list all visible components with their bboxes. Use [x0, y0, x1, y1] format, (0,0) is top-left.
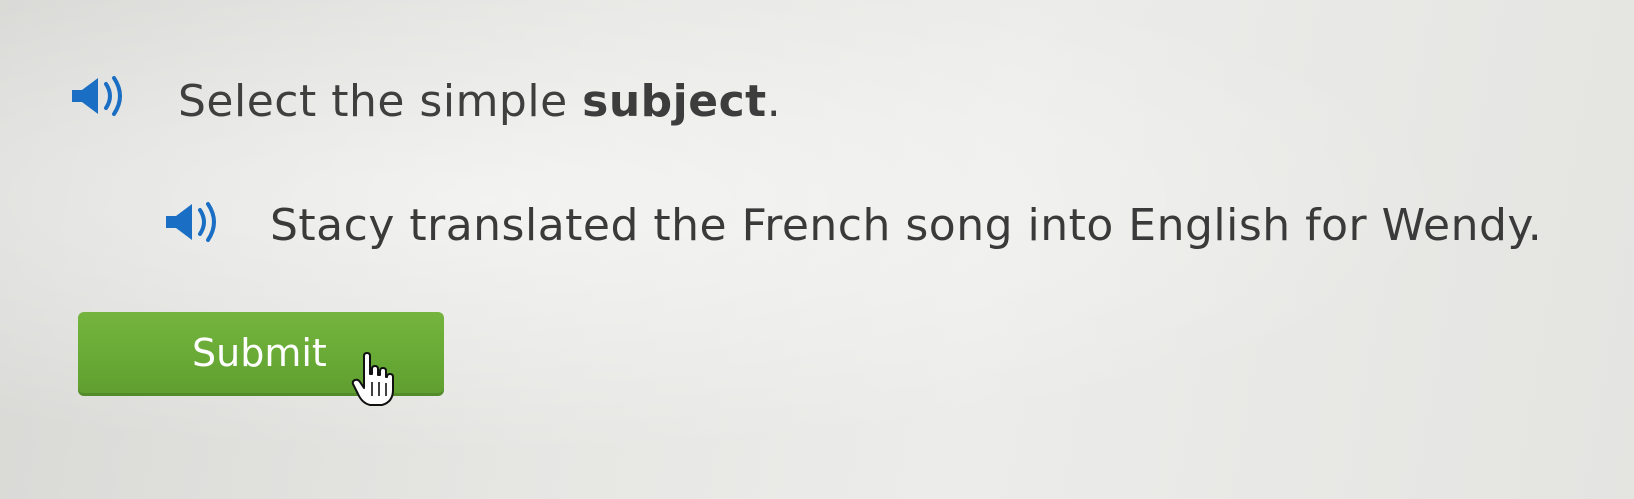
speaker-icon[interactable]: [68, 74, 134, 118]
prompt-suffix: .: [766, 76, 782, 127]
sentence-text[interactable]: Stacy translated the French song into En…: [270, 198, 1542, 254]
prompt-text: Select the simple subject.: [178, 74, 781, 130]
prompt-keyword: subject: [582, 76, 767, 127]
submit-label: Submit: [192, 331, 327, 375]
hand-pointer-icon: [350, 352, 396, 408]
prompt-prefix: Select the simple: [178, 76, 583, 127]
speaker-icon[interactable]: [162, 200, 228, 244]
